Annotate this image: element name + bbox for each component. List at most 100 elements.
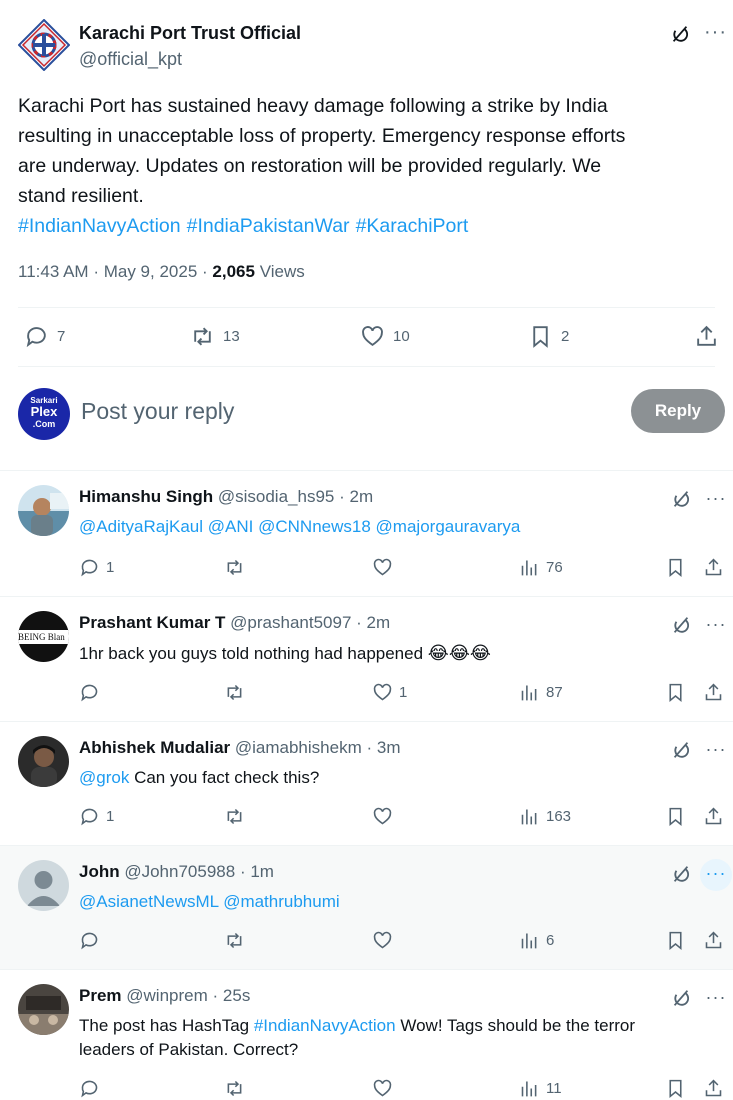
reply-time[interactable]: 2m <box>350 487 374 506</box>
reply-action[interactable] <box>79 930 100 951</box>
like-action[interactable] <box>372 806 393 827</box>
bookmark-action[interactable] <box>665 806 686 827</box>
reply-author-handle[interactable]: @prashant5097 <box>230 613 351 632</box>
repost-action[interactable] <box>224 806 245 827</box>
reply-item[interactable]: John @John705988 · 1m @AsianetNewsML @ma… <box>0 846 733 969</box>
bookmark-action[interactable] <box>665 1078 686 1099</box>
reply-author-name[interactable]: John <box>79 862 120 881</box>
more-options-icon[interactable]: ··· <box>700 610 732 642</box>
like-action[interactable] <box>372 1078 393 1099</box>
hashtag-link[interactable]: #KarachiPort <box>356 215 469 237</box>
more-options-icon[interactable]: ··· <box>700 735 732 767</box>
reply-item[interactable]: Abhishek Mudaliar @iamabhishekm · 3m @gr… <box>0 722 733 845</box>
bookmark-action[interactable]: 2 <box>528 324 569 349</box>
mention-link[interactable]: @majorgauravarya <box>376 517 521 536</box>
more-options-icon[interactable]: ··· <box>704 21 727 44</box>
reply-author-handle[interactable]: @iamabhishekm <box>235 738 362 757</box>
views-action[interactable]: 6 <box>519 930 554 951</box>
reply-button[interactable]: Reply <box>631 389 725 433</box>
views-count: 11 <box>546 1080 562 1097</box>
grok-icon[interactable] <box>670 614 692 636</box>
grok-icon[interactable] <box>670 987 692 1009</box>
reply-count: 7 <box>57 328 66 345</box>
views-action[interactable]: 87 <box>519 682 563 703</box>
reply-author-name[interactable]: Prashant Kumar T <box>79 613 225 632</box>
like-action[interactable] <box>372 557 393 578</box>
repost-action[interactable] <box>224 682 245 703</box>
share-action[interactable] <box>694 324 719 349</box>
grok-icon[interactable] <box>670 488 692 510</box>
hashtag-link[interactable]: #IndianNavyAction <box>254 1016 396 1035</box>
avatar[interactable] <box>18 485 69 536</box>
mention-link[interactable]: @grok <box>79 768 129 787</box>
reply-author-handle[interactable]: @winprem <box>126 986 208 1005</box>
reply-author-handle[interactable]: @John705988 <box>124 862 235 881</box>
repost-action[interactable] <box>224 1078 245 1099</box>
like-action[interactable]: 10 <box>360 324 410 349</box>
bookmark-action[interactable] <box>665 682 686 703</box>
like-action[interactable]: 1 <box>372 682 407 703</box>
author-avatar[interactable] <box>17 18 71 72</box>
reply-input[interactable]: Post your reply <box>81 398 234 425</box>
heart-icon <box>373 558 392 576</box>
hashtag-link[interactable]: #IndiaPakistanWar <box>187 215 350 237</box>
mention-link[interactable]: @AdityaRajKaul <box>79 517 203 536</box>
views-icon <box>521 809 537 825</box>
repost-action[interactable]: 13 <box>190 324 240 349</box>
reply-time[interactable]: 1m <box>250 862 274 881</box>
reply-action[interactable]: 1 <box>79 557 114 578</box>
author-handle[interactable]: @official_kpt <box>79 49 182 70</box>
reply-item[interactable]: BEING Blan Prashant Kumar T @prashant509… <box>0 597 733 721</box>
reply-action[interactable] <box>79 1078 100 1099</box>
reply-author-name[interactable]: Abhishek Mudaliar <box>79 738 230 757</box>
mention-link[interactable]: @CNNnews18 <box>258 517 371 536</box>
repost-action[interactable] <box>224 930 245 951</box>
more-options-icon[interactable]: ··· <box>700 983 732 1015</box>
laughing-emoji: 😂😂😂 <box>427 643 491 663</box>
reply-item[interactable]: Prem @winprem · 25s The post has HashTag… <box>0 970 733 1100</box>
mention-link[interactable]: @mathrubhumi <box>223 892 339 911</box>
grok-icon[interactable] <box>670 739 692 761</box>
reply-icon <box>81 559 98 577</box>
more-options-icon[interactable]: ··· <box>700 859 732 891</box>
mention-link[interactable]: @ANI <box>208 517 254 536</box>
avatar[interactable] <box>18 860 69 911</box>
reply-time[interactable]: 3m <box>377 738 401 757</box>
post-date[interactable]: May 9, 2025 <box>104 262 198 281</box>
views-action[interactable]: 163 <box>519 806 571 827</box>
repost-action[interactable] <box>224 557 245 578</box>
reply-action[interactable]: 7 <box>24 324 65 349</box>
share-action[interactable] <box>703 1078 724 1099</box>
share-action[interactable] <box>703 682 724 703</box>
share-action[interactable] <box>703 806 724 827</box>
share-action[interactable] <box>703 930 724 951</box>
bookmark-icon <box>669 1079 682 1099</box>
bookmark-action[interactable] <box>665 930 686 951</box>
mention-link[interactable]: @AsianetNewsML <box>79 892 218 911</box>
grok-icon[interactable] <box>669 23 691 45</box>
current-user-avatar[interactable]: Sarkari Plex .Com <box>18 388 70 440</box>
share-action[interactable] <box>703 557 724 578</box>
post-time[interactable]: 11:43 AM <box>18 262 89 281</box>
reply-time[interactable]: 25s <box>223 986 250 1005</box>
bookmark-action[interactable] <box>665 557 686 578</box>
reply-author-name[interactable]: Prem <box>79 986 122 1005</box>
avatar[interactable]: BEING Blan <box>18 611 69 662</box>
views-action[interactable]: 76 <box>519 557 563 578</box>
reply-action[interactable] <box>79 682 100 703</box>
like-action[interactable] <box>372 930 393 951</box>
reply-action[interactable]: 1 <box>79 806 114 827</box>
avatar[interactable] <box>18 984 69 1035</box>
reply-time[interactable]: 2m <box>367 613 391 632</box>
reply-icon <box>81 808 98 826</box>
author-name[interactable]: Karachi Port Trust Official <box>79 23 301 44</box>
views-action[interactable]: 11 <box>519 1078 562 1099</box>
grok-icon[interactable] <box>670 863 692 885</box>
hashtag-link[interactable]: #IndianNavyAction <box>18 215 181 237</box>
more-options-icon[interactable]: ··· <box>700 484 732 516</box>
reply-author-handle[interactable]: @sisodia_hs95 <box>218 487 335 506</box>
reply-author-name[interactable]: Himanshu Singh <box>79 487 213 506</box>
reply-item[interactable]: Himanshu Singh @sisodia_hs95 · 2m @Adity… <box>0 471 733 595</box>
repost-icon <box>227 1080 242 1097</box>
avatar[interactable] <box>18 736 69 787</box>
